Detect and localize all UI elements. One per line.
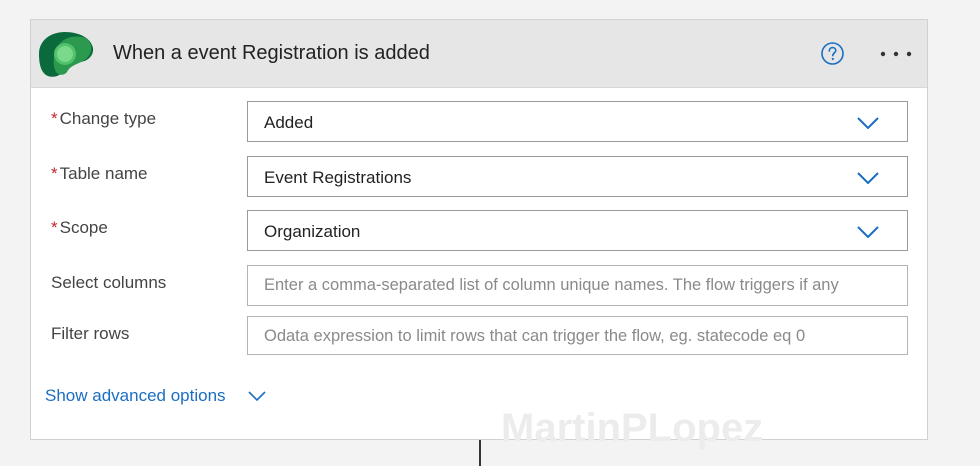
table-name-value: Event Registrations: [264, 168, 412, 187]
filter-rows-input[interactable]: Odata expression to limit rows that can …: [247, 316, 908, 355]
table-name-label: * Table name: [51, 164, 148, 184]
scope-label: * Scope: [51, 218, 108, 238]
scope-label-text: Scope: [59, 218, 108, 237]
trigger-title: When a event Registration is added: [113, 42, 430, 64]
filter-rows-placeholder: Odata expression to limit rows that can …: [264, 327, 806, 345]
watermark: MartinPLopez: [501, 406, 764, 450]
chevron-down-icon[interactable]: [857, 172, 879, 184]
scope-dropdown[interactable]: Organization: [247, 210, 908, 251]
chevron-down-icon[interactable]: [857, 117, 879, 129]
select-columns-placeholder: Enter a comma-separated list of column u…: [264, 276, 839, 294]
change-type-label: * Change type: [51, 109, 156, 129]
dataverse-logo-icon: [39, 32, 94, 77]
required-marker: *: [51, 109, 58, 128]
scope-value: Organization: [264, 222, 361, 241]
table-name-label-text: Table name: [59, 164, 148, 183]
chevron-down-icon[interactable]: [857, 226, 879, 238]
change-type-label-text: Change type: [59, 109, 157, 128]
table-name-dropdown[interactable]: Event Registrations: [247, 156, 908, 197]
filter-rows-label: Filter rows: [51, 324, 130, 343]
select-columns-label: Select columns: [51, 273, 167, 292]
show-advanced-options-link[interactable]: Show advanced options: [45, 386, 226, 406]
required-marker: *: [51, 218, 58, 237]
trigger-card: When a event Registration is added * Chan…: [30, 19, 928, 450]
chevron-down-icon[interactable]: [248, 391, 266, 401]
question-circle-icon[interactable]: [820, 41, 845, 66]
change-type-value: Added: [264, 113, 314, 132]
change-type-dropdown[interactable]: Added: [247, 101, 908, 142]
flow-connector-line: [479, 440, 481, 466]
required-marker: *: [51, 164, 58, 183]
select-columns-input[interactable]: Enter a comma-separated list of column u…: [247, 265, 908, 306]
trigger-header[interactable]: When a event Registration is added: [31, 20, 927, 88]
ellipsis-icon[interactable]: [879, 50, 913, 58]
